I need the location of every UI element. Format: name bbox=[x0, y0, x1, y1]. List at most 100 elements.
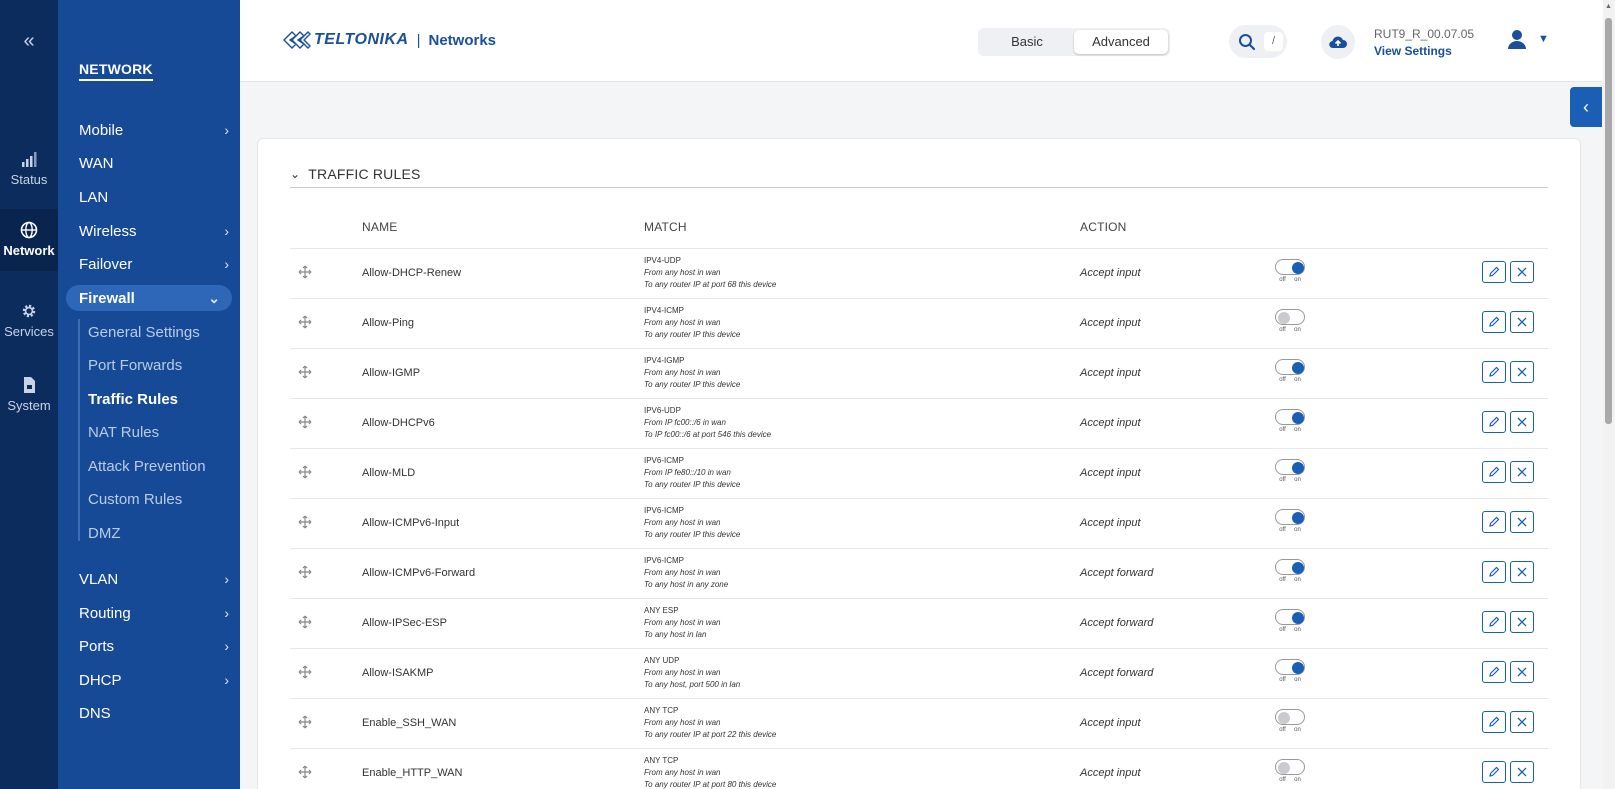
delete-rule-button[interactable] bbox=[1510, 461, 1534, 483]
sub-item-dmz[interactable]: DMZ bbox=[88, 525, 121, 542]
table-header: NAME MATCH ACTION bbox=[290, 220, 1548, 242]
nav-label: Failover bbox=[79, 255, 133, 273]
nav-item-lan[interactable]: LAN bbox=[79, 184, 229, 210]
delete-rule-button[interactable] bbox=[1510, 761, 1534, 783]
edit-rule-button[interactable] bbox=[1482, 761, 1506, 783]
subnav-title: NETWORK bbox=[79, 61, 153, 81]
nav-item-dhcp[interactable]: DHCP › bbox=[79, 667, 229, 693]
toggle-labels: off on bbox=[1275, 277, 1305, 283]
mode-advanced-button[interactable]: Advanced bbox=[1074, 30, 1168, 54]
drag-handle-icon[interactable] bbox=[298, 765, 312, 779]
rule-action: Accept input bbox=[1080, 367, 1141, 379]
delete-rule-button[interactable] bbox=[1510, 711, 1534, 733]
user-menu[interactable]: ▼ bbox=[1506, 28, 1549, 50]
nav-item-wireless[interactable]: Wireless › bbox=[79, 218, 229, 244]
view-settings-link[interactable]: View Settings bbox=[1374, 44, 1474, 58]
nav-item-ports[interactable]: Ports › bbox=[79, 633, 229, 659]
rule-enable-toggle[interactable]: off on bbox=[1275, 409, 1305, 439]
nav-label: Firewall bbox=[79, 289, 135, 307]
drag-handle-icon[interactable] bbox=[298, 465, 312, 479]
delete-rule-button[interactable] bbox=[1510, 411, 1534, 433]
sub-item-port-forwards[interactable]: Port Forwards bbox=[88, 357, 182, 374]
rule-enable-toggle[interactable]: off on bbox=[1275, 709, 1305, 739]
teltonika-logo[interactable]: TELTONIKA | Networks bbox=[282, 29, 496, 51]
scroll-up-icon[interactable]: ▲ bbox=[1605, 3, 1612, 10]
collapse-sidebar-icon[interactable]: « bbox=[0, 30, 58, 53]
sub-item-general-settings[interactable]: General Settings bbox=[88, 324, 200, 341]
table-row: Allow-MLD IPV6-ICMP From IP fe80::/10 in… bbox=[290, 448, 1548, 498]
delete-rule-button[interactable] bbox=[1510, 511, 1534, 533]
drag-handle-icon[interactable] bbox=[298, 615, 312, 629]
edit-rule-button[interactable] bbox=[1482, 561, 1506, 583]
pencil-icon bbox=[1489, 666, 1500, 677]
rail-item-status[interactable]: Status bbox=[0, 150, 58, 187]
drag-handle-icon[interactable] bbox=[298, 565, 312, 579]
edit-rule-button[interactable] bbox=[1482, 411, 1506, 433]
pencil-icon bbox=[1489, 766, 1500, 777]
delete-rule-button[interactable] bbox=[1510, 661, 1534, 683]
rule-enable-toggle[interactable]: off on bbox=[1275, 609, 1305, 639]
page-scrollbar[interactable]: ▲ bbox=[1603, 0, 1615, 789]
nav-item-failover[interactable]: Failover › bbox=[79, 251, 229, 277]
edit-rule-button[interactable] bbox=[1482, 311, 1506, 333]
rule-enable-toggle[interactable]: off on bbox=[1275, 759, 1305, 789]
edit-rule-button[interactable] bbox=[1482, 361, 1506, 383]
rail-item-services[interactable]: Services bbox=[0, 302, 58, 339]
nav-item-mobile[interactable]: Mobile › bbox=[79, 117, 229, 143]
rule-name: Allow-ICMPv6-Input bbox=[362, 517, 460, 529]
drag-handle-icon[interactable] bbox=[298, 515, 312, 529]
nav-item-routing[interactable]: Routing › bbox=[79, 600, 229, 626]
delete-rule-button[interactable] bbox=[1510, 561, 1534, 583]
nav-item-firewall[interactable]: Firewall ⌄ bbox=[66, 285, 232, 311]
edit-rule-button[interactable] bbox=[1482, 611, 1506, 633]
rule-action: Accept input bbox=[1080, 317, 1141, 329]
rule-enable-toggle[interactable]: off on bbox=[1275, 259, 1305, 289]
drag-handle-icon[interactable] bbox=[298, 665, 312, 679]
drag-handle-icon[interactable] bbox=[298, 365, 312, 379]
rule-enable-toggle[interactable]: off on bbox=[1275, 509, 1305, 539]
cloud-upload-button[interactable] bbox=[1321, 25, 1355, 59]
drag-handle-icon[interactable] bbox=[298, 415, 312, 429]
toggle-off-label: off bbox=[1279, 377, 1286, 383]
drag-handle-icon[interactable] bbox=[298, 715, 312, 729]
delete-rule-button[interactable] bbox=[1510, 361, 1534, 383]
nav-item-vlan[interactable]: VLAN › bbox=[79, 566, 229, 592]
delete-rule-button[interactable] bbox=[1510, 311, 1534, 333]
rule-enable-toggle[interactable]: off on bbox=[1275, 359, 1305, 389]
nav-item-dns[interactable]: DNS bbox=[79, 700, 229, 726]
scrollbar-thumb[interactable] bbox=[1605, 18, 1612, 424]
sub-item-custom-rules[interactable]: Custom Rules bbox=[88, 491, 182, 508]
rail-item-network[interactable]: Network bbox=[0, 209, 58, 271]
rule-enable-toggle[interactable]: off on bbox=[1275, 459, 1305, 489]
rule-enable-toggle[interactable]: off on bbox=[1275, 309, 1305, 339]
rail-label-system: System bbox=[7, 398, 51, 413]
edit-rule-button[interactable] bbox=[1482, 261, 1506, 283]
section-header[interactable]: ⌄ TRAFFIC RULES bbox=[290, 166, 1548, 188]
toggle-off-label: off bbox=[1279, 527, 1286, 533]
rail-item-system[interactable]: System bbox=[0, 376, 58, 413]
sub-item-attack-prevention[interactable]: Attack Prevention bbox=[88, 458, 206, 475]
drag-handle-icon[interactable] bbox=[298, 315, 312, 329]
rule-enable-toggle[interactable]: off on bbox=[1275, 559, 1305, 589]
sub-item-traffic-rules[interactable]: Traffic Rules bbox=[88, 391, 178, 408]
sub-item-nat-rules[interactable]: NAT Rules bbox=[88, 424, 159, 441]
brand-name: TELTONIKA bbox=[314, 31, 409, 48]
rule-enable-toggle[interactable]: off on bbox=[1275, 659, 1305, 689]
rule-match: IPV6-ICMP From any host in wan To any ro… bbox=[644, 505, 740, 541]
drag-handle-icon[interactable] bbox=[298, 265, 312, 279]
edit-rule-button[interactable] bbox=[1482, 511, 1506, 533]
toggle-labels: off on bbox=[1275, 577, 1305, 583]
toggle-labels: off on bbox=[1275, 377, 1305, 383]
rail-label-status: Status bbox=[10, 172, 48, 187]
toggle-off-label: off bbox=[1279, 577, 1286, 583]
edit-rule-button[interactable] bbox=[1482, 711, 1506, 733]
side-panel-toggle[interactable]: ‹ bbox=[1570, 87, 1602, 127]
delete-rule-button[interactable] bbox=[1510, 261, 1534, 283]
delete-rule-button[interactable] bbox=[1510, 611, 1534, 633]
search-button[interactable]: / bbox=[1229, 25, 1287, 58]
mode-basic-button[interactable]: Basic bbox=[980, 30, 1074, 54]
edit-rule-button[interactable] bbox=[1482, 661, 1506, 683]
nav-item-wan[interactable]: WAN bbox=[79, 150, 229, 176]
chevron-right-icon: › bbox=[224, 638, 229, 654]
edit-rule-button[interactable] bbox=[1482, 461, 1506, 483]
